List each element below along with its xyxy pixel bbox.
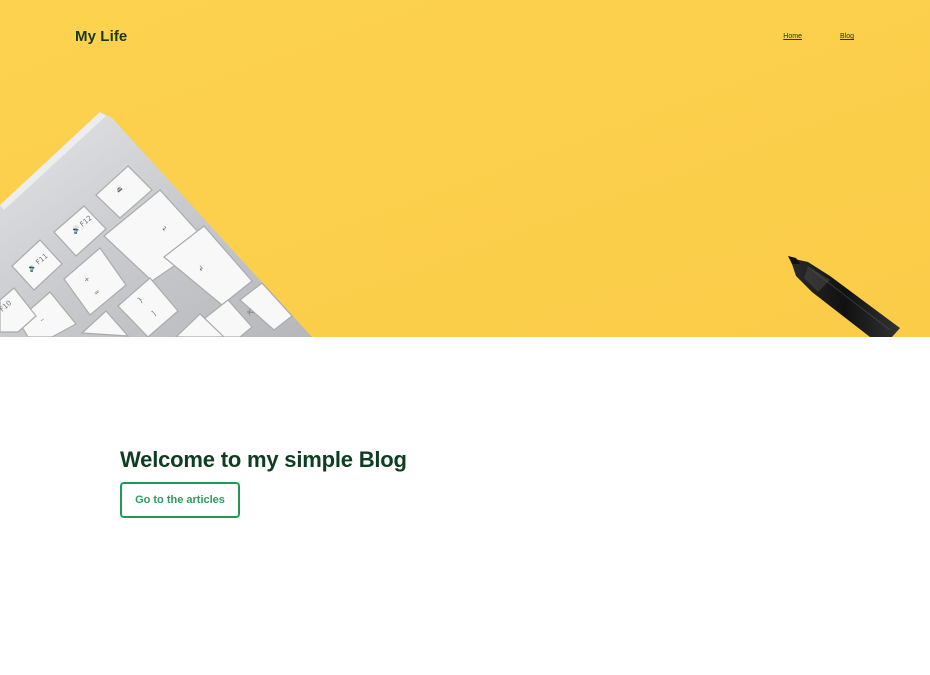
page: ⏏ 🔊 F12 🔉 F11 F10 ↵ ↲ + = _ } ] ⇱ My Lif… [0, 0, 930, 675]
nav-link-blog[interactable]: Blog [840, 33, 854, 40]
hero-header: ⏏ 🔊 F12 🔉 F11 F10 ↵ ↲ + = _ } ] ⇱ My Lif… [0, 0, 930, 337]
main-nav: Home Blog [783, 33, 854, 40]
hero-image: ⏏ 🔊 F12 🔉 F11 F10 ↵ ↲ + = _ } ] ⇱ [0, 0, 930, 337]
site-brand[interactable]: My Life [75, 28, 127, 45]
go-to-articles-button[interactable]: Go to the articles [120, 482, 240, 518]
nav-link-home[interactable]: Home [783, 33, 802, 40]
welcome-heading: Welcome to my simple Blog [120, 447, 407, 472]
